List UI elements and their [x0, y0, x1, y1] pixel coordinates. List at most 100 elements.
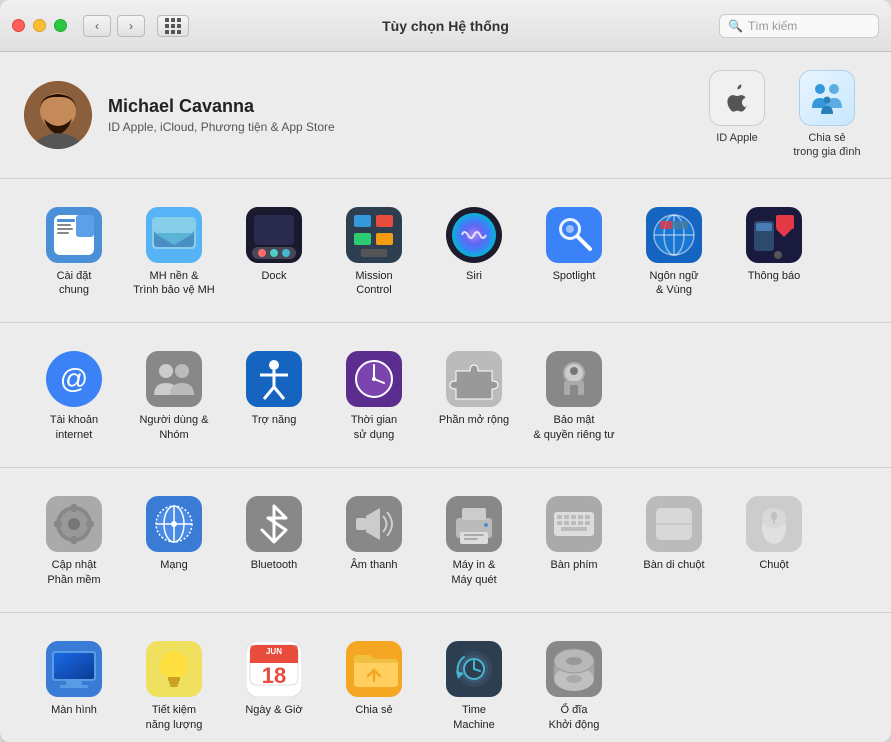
icon-general[interactable]: Cài đặtchung	[24, 195, 124, 307]
icon-displays[interactable]: Màn hình	[24, 629, 124, 741]
icon-internet-accounts[interactable]: @ Tài khoảninternet	[24, 339, 124, 451]
family-box	[799, 70, 855, 126]
main-window: ‹ › Tùy chọn Hệ thống 🔍 Tìm kiếm	[0, 0, 891, 742]
security-icon	[546, 351, 602, 407]
extensions-icon	[446, 351, 502, 407]
trackpad-label: Bàn di chuột	[643, 558, 704, 573]
keyboard-icon	[546, 496, 602, 552]
icon-mouse[interactable]: Chuột	[724, 484, 824, 596]
network-icon	[146, 496, 202, 552]
icon-screen-time[interactable]: Thời giansử dụng	[324, 339, 424, 451]
dock-icon	[246, 207, 302, 263]
icon-language[interactable]: Ngôn ngữ& Vùng	[624, 195, 724, 307]
section-2: @ Tài khoảninternet	[0, 323, 891, 468]
grid-view-button[interactable]	[157, 15, 189, 37]
forward-button[interactable]: ›	[117, 15, 145, 37]
screen-time-label: Thời giansử dụng	[351, 413, 397, 443]
icon-printers[interactable]: Máy in &Máy quét	[424, 484, 524, 596]
startup-disk-icon	[546, 641, 602, 697]
icon-spotlight[interactable]: Spotlight	[524, 195, 624, 307]
energy-icon	[146, 641, 202, 697]
icon-notifications[interactable]: Thông báo	[724, 195, 824, 307]
main-content: Cài đặtchung MH nền &Trình bảo vệ MH	[0, 179, 891, 742]
icon-desktop[interactable]: MH nền &Trình bảo vệ MH	[124, 195, 224, 307]
section-1: Cài đặtchung MH nền &Trình bảo vệ MH	[0, 179, 891, 324]
general-icon	[46, 207, 102, 263]
search-box[interactable]: 🔍 Tìm kiếm	[719, 14, 879, 38]
icon-mission-control[interactable]: MissionControl	[324, 195, 424, 307]
notifications-icon	[746, 207, 802, 263]
icon-time-machine[interactable]: TimeMachine	[424, 629, 524, 741]
icon-trackpad[interactable]: Bàn di chuột	[624, 484, 724, 596]
accessibility-label: Trợ năng	[252, 413, 297, 428]
icon-bluetooth[interactable]: Bluetooth	[224, 484, 324, 596]
section-4: Màn hình	[0, 613, 891, 742]
internet-accounts-label: Tài khoảninternet	[50, 413, 98, 443]
apple-id-label: ID Apple	[716, 131, 758, 145]
svg-text:JUN: JUN	[266, 647, 282, 656]
sound-icon	[346, 496, 402, 552]
security-label: Bảo mật& quyền riêng tư	[533, 413, 614, 443]
startup-disk-label: Ổ đĩaKhởi động	[549, 703, 600, 733]
displays-icon	[46, 641, 102, 697]
users-groups-icon	[146, 351, 202, 407]
profile-subtitle: ID Apple, iCloud, Phương tiện & App Stor…	[108, 120, 697, 134]
minimize-button[interactable]	[33, 19, 46, 32]
apple-id-box	[709, 70, 765, 126]
icon-dock[interactable]: Dock	[224, 195, 324, 307]
profile-icons: ID Apple Chia sẻtrong gia đ	[697, 70, 867, 160]
profile-section: Michael Cavanna ID Apple, iCloud, Phương…	[0, 52, 891, 179]
screen-time-icon	[346, 351, 402, 407]
icon-users-groups[interactable]: Người dùng &Nhóm	[124, 339, 224, 451]
sound-label: Âm thanh	[350, 558, 397, 573]
icon-security[interactable]: Bảo mật& quyền riêng tư	[524, 339, 624, 451]
search-placeholder: Tìm kiếm	[748, 19, 797, 33]
trackpad-icon	[646, 496, 702, 552]
mouse-label: Chuột	[759, 558, 788, 573]
close-button[interactable]	[12, 19, 25, 32]
icon-extensions[interactable]: Phần mở rộng	[424, 339, 524, 451]
time-machine-icon	[446, 641, 502, 697]
network-label: Mạng	[160, 558, 188, 573]
displays-label: Màn hình	[51, 703, 97, 718]
bluetooth-icon	[246, 496, 302, 552]
accessibility-icon	[246, 351, 302, 407]
window-title: Tùy chọn Hệ thống	[382, 18, 509, 34]
profile-info: Michael Cavanna ID Apple, iCloud, Phương…	[108, 96, 697, 134]
svg-text:@: @	[60, 363, 88, 394]
icon-energy[interactable]: Tiết kiệmnăng lượng	[124, 629, 224, 741]
mouse-icon	[746, 496, 802, 552]
icon-date-time[interactable]: 18 JUN Ngày & Giờ	[224, 629, 324, 741]
search-icon: 🔍	[728, 19, 743, 33]
internet-accounts-icon: @	[46, 351, 102, 407]
spotlight-icon	[546, 207, 602, 263]
mission-control-label: MissionControl	[355, 269, 392, 299]
icon-startup-disk[interactable]: Ổ đĩaKhởi động	[524, 629, 624, 741]
apple-id-icon-item[interactable]: ID Apple	[697, 70, 777, 160]
date-time-label: Ngày & Giờ	[245, 703, 302, 718]
icon-grid-3: Cập nhậtPhần mềm Mạng	[24, 484, 867, 596]
maximize-button[interactable]	[54, 19, 67, 32]
mission-control-icon	[346, 207, 402, 263]
icon-software-update[interactable]: Cập nhậtPhần mềm	[24, 484, 124, 596]
icon-sound[interactable]: Âm thanh	[324, 484, 424, 596]
icon-sharing[interactable]: Chia sẻ	[324, 629, 424, 741]
general-label: Cài đặtchung	[57, 269, 92, 299]
icon-keyboard[interactable]: Bàn phím	[524, 484, 624, 596]
users-groups-label: Người dùng &Nhóm	[139, 413, 208, 443]
icon-siri[interactable]: Siri	[424, 195, 524, 307]
svg-text:18: 18	[262, 663, 286, 688]
siri-icon	[446, 207, 502, 263]
icon-grid-4: Màn hình	[24, 629, 867, 741]
time-machine-label: TimeMachine	[453, 703, 495, 733]
notifications-label: Thông báo	[748, 269, 801, 284]
icon-network[interactable]: Mạng	[124, 484, 224, 596]
language-label: Ngôn ngữ& Vùng	[650, 269, 699, 299]
icon-accessibility[interactable]: Trợ năng	[224, 339, 324, 451]
back-button[interactable]: ‹	[83, 15, 111, 37]
family-sharing-icon-item[interactable]: Chia sẻtrong gia đình	[787, 70, 867, 160]
software-update-label: Cập nhậtPhần mềm	[47, 558, 100, 588]
titlebar: ‹ › Tùy chọn Hệ thống 🔍 Tìm kiếm	[0, 0, 891, 52]
nav-buttons: ‹ ›	[83, 15, 189, 37]
sharing-label: Chia sẻ	[355, 703, 392, 718]
